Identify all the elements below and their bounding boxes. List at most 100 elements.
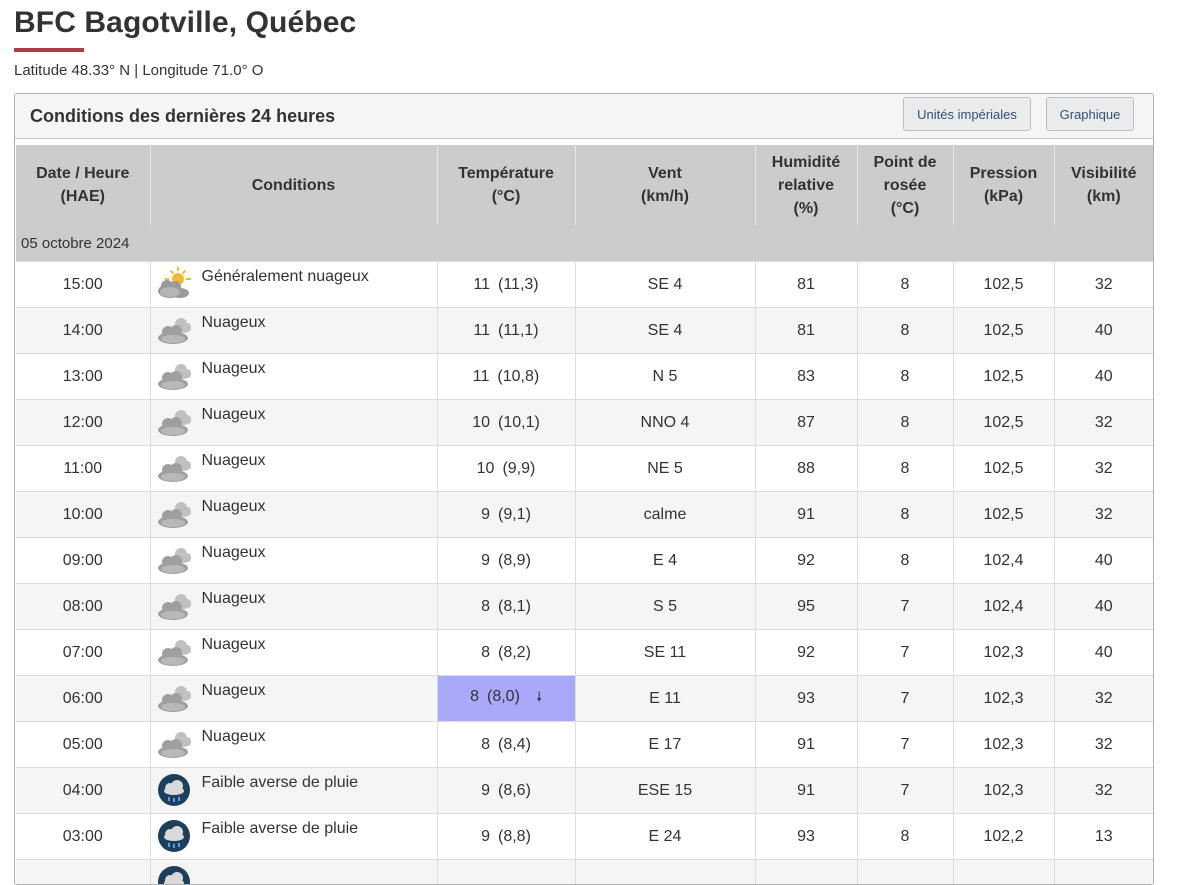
cell-time: 09:00: [16, 538, 150, 584]
header-wind[interactable]: Vent(km/h): [575, 145, 755, 225]
cell-conditions: Généralement nuageux: [150, 262, 437, 308]
cell-temperature: 9(8,8): [437, 814, 575, 860]
temperature-precise: (8,8): [498, 828, 531, 845]
condition-label: Nuageux: [202, 728, 266, 746]
cell-dewpoint: 8: [857, 538, 953, 584]
cloudy-icon: [156, 727, 192, 761]
cell-dewpoint: 8: [857, 308, 953, 354]
cell-visibility: 32: [1054, 262, 1153, 308]
temperature-value: 11: [473, 368, 490, 385]
cloudy-icon: [156, 681, 192, 715]
cell-conditions: Nuageux: [150, 584, 437, 630]
cell-humidity: 88: [755, 446, 857, 492]
cell-wind: calme: [575, 492, 755, 538]
cell-temperature: 8(8,2): [437, 630, 575, 676]
light-rain-shower-icon: [156, 773, 192, 807]
cell-temperature: 8(8,4): [437, 722, 575, 768]
low-temperature-arrow-icon: 🠗: [520, 688, 542, 710]
cell-dewpoint: 8: [857, 262, 953, 308]
cell-wind: NNO 4: [575, 400, 755, 446]
table-row: 11:00Nuageux10(9,9)NE 5888102,532: [16, 446, 1153, 492]
cell-wind: SE 11: [575, 630, 755, 676]
cell-conditions: Nuageux: [150, 446, 437, 492]
cell-time: 10:00: [16, 492, 150, 538]
condition-label: Nuageux: [202, 544, 266, 562]
cell-time: [16, 860, 150, 885]
table-row: 12:00Nuageux10(10,1)NNO 4878102,532: [16, 400, 1153, 446]
cell-conditions: Nuageux: [150, 354, 437, 400]
cell-visibility: 40: [1054, 538, 1153, 584]
cell-wind: E 17: [575, 722, 755, 768]
header-humidity[interactable]: Humiditérelative(%): [755, 145, 857, 225]
table-row: 06:00Nuageux8(8,0)🠗E 11937102,332: [16, 676, 1153, 722]
cell-pressure: 102,3: [953, 768, 1054, 814]
cell-temperature: 11(11,3): [437, 262, 575, 308]
cell-time: 13:00: [16, 354, 150, 400]
cell-time: 08:00: [16, 584, 150, 630]
header-conditions[interactable]: Conditions: [150, 145, 437, 225]
cell-pressure: 102,2: [953, 814, 1054, 860]
cell-dewpoint: 8: [857, 492, 953, 538]
cell-conditions: Faible averse de pluie: [150, 814, 437, 860]
table-row: 08:00Nuageux8(8,1)S 5957102,440: [16, 584, 1153, 630]
table-row: 10:00Nuageux9(9,1)calme918102,532: [16, 492, 1153, 538]
header-dewpoint[interactable]: Point derosée(°C): [857, 145, 953, 225]
cell-wind: SE 4: [575, 308, 755, 354]
temperature-precise: (8,2): [498, 644, 531, 661]
header-datetime[interactable]: Date / Heure(HAE): [16, 145, 150, 225]
cell-time: 06:00: [16, 676, 150, 722]
cell-dewpoint: 8: [857, 814, 953, 860]
temperature-value: 9: [481, 552, 490, 569]
temperature-value: 9: [481, 782, 490, 799]
temperature-value: 10: [472, 414, 490, 431]
cell-temperature: 11(10,8): [437, 354, 575, 400]
cell-conditions: Nuageux: [150, 400, 437, 446]
table-row: 03:00Faible averse de pluie9(8,8)E 24938…: [16, 814, 1153, 860]
temperature-value: 8: [481, 736, 490, 753]
cell-conditions: Nuageux: [150, 538, 437, 584]
page-title: BFC Bagotville, Québec: [14, 6, 356, 40]
cell-time: 05:00: [16, 722, 150, 768]
cell-wind: NE 5: [575, 446, 755, 492]
cell-humidity: 81: [755, 262, 857, 308]
cell-visibility: 32: [1054, 768, 1153, 814]
cell-humidity: 81: [755, 308, 857, 354]
cell-humidity: 91: [755, 768, 857, 814]
cell-wind: E 11: [575, 676, 755, 722]
panel-heading: Conditions des dernières 24 heures Unité…: [15, 94, 1153, 139]
imperial-units-button[interactable]: Unités impériales: [903, 97, 1031, 131]
cell-dewpoint: 7: [857, 584, 953, 630]
condition-label: Nuageux: [202, 406, 266, 424]
header-pressure[interactable]: Pression(kPa): [953, 145, 1054, 225]
header-visibility[interactable]: Visibilité(km): [1054, 145, 1153, 225]
cell-pressure: 102,5: [953, 308, 1054, 354]
cell-temperature: 10(10,1): [437, 400, 575, 446]
cloudy-icon: [156, 313, 192, 347]
condition-label: Nuageux: [202, 682, 266, 700]
light-rain-shower-icon: [156, 819, 192, 853]
temperature-value: 11: [473, 322, 490, 339]
cell-humidity: 91: [755, 492, 857, 538]
cloudy-icon: [156, 589, 192, 623]
cell-visibility: 40: [1054, 584, 1153, 630]
cloudy-icon: [156, 359, 192, 393]
graph-button[interactable]: Graphique: [1046, 97, 1134, 131]
conditions-panel: Conditions des dernières 24 heures Unité…: [14, 93, 1154, 885]
temperature-value: 11: [473, 276, 490, 293]
temperature-precise: (9,1): [498, 506, 531, 523]
header-temperature[interactable]: Température(°C): [437, 145, 575, 225]
cell-dewpoint: 7: [857, 630, 953, 676]
cell-wind: SE 4: [575, 262, 755, 308]
condition-label: Faible averse de pluie: [202, 774, 359, 792]
temperature-value: 9: [481, 506, 490, 523]
cell-visibility: 40: [1054, 630, 1153, 676]
cell-wind: [575, 860, 755, 885]
cell-dewpoint: [857, 860, 953, 885]
cell-wind: ESE 15: [575, 768, 755, 814]
conditions-table: Date / Heure(HAE) Conditions Température…: [16, 145, 1153, 885]
temperature-precise: (11,1): [498, 322, 539, 339]
cell-conditions: [150, 860, 437, 885]
cell-humidity: 83: [755, 354, 857, 400]
cell-temperature: [437, 860, 575, 885]
cell-dewpoint: 8: [857, 446, 953, 492]
